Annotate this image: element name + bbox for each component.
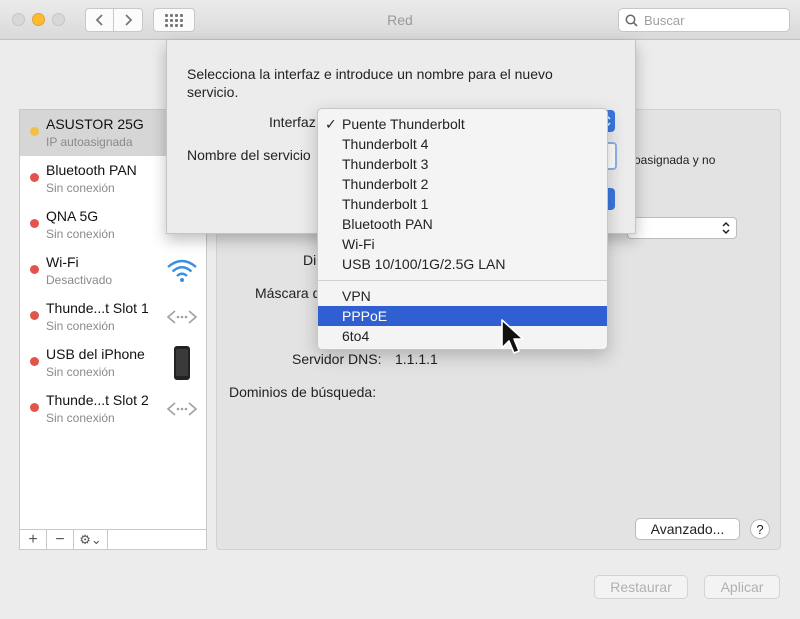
menu-item-thunderbolt-2[interactable]: Thunderbolt 2 [318,174,607,194]
service-item-wi-fi[interactable]: Wi-Fi Desactivado [20,248,206,294]
advanced-button[interactable]: Avanzado... [635,518,740,540]
status-dot [30,127,39,136]
menu-item-thunderbolt-4[interactable]: Thunderbolt 4 [318,134,607,154]
wifi-icon [167,259,197,282]
service-status: IP autoasignada [46,135,133,149]
service-status: Sin conexión [46,319,115,333]
ip-address-label: Di [303,252,317,268]
restore-button[interactable]: Restaurar [594,575,688,599]
service-name: QNA 5G [46,208,99,224]
subnet-mask-label: Máscara d [255,285,321,301]
remove-service-button[interactable]: − [47,530,74,549]
service-name: Thunde...t Slot 1 [46,300,149,316]
search-field[interactable] [618,8,790,32]
service-status: Desactivado [46,273,113,287]
updown-chevron-icon [722,221,730,235]
menu-item-wi-fi[interactable]: Wi-Fi [318,234,607,254]
service-item-thunderbolt-slot-1[interactable]: Thunde...t Slot 1 Sin conexión [20,294,206,340]
sheet-instructions: Selecciona la interfaz e introduce un no… [187,66,553,100]
service-status: Sin conexión [46,181,115,195]
status-dot [30,173,39,182]
service-name-input[interactable] [607,142,617,170]
menu-item-pppoe[interactable]: PPPoE [318,306,607,326]
menu-item-thunderbolt-1[interactable]: Thunderbolt 1 [318,194,607,214]
status-description: oasignada y no [634,153,716,167]
mouse-pointer-icon [501,319,524,354]
dns-server-label: Servidor DNS: [292,351,382,367]
thunderbolt-bridge-icon [166,402,198,416]
service-status: Sin conexión [46,411,115,425]
service-item-usb-del-iphone[interactable]: USB del iPhone Sin conexión [20,340,206,386]
menu-item-puente-thunderbolt[interactable]: ✓ Puente Thunderbolt [318,114,607,134]
menu-item-thunderbolt-3[interactable]: Thunderbolt 3 [318,154,607,174]
menu-item-usb-lan[interactable]: USB 10/100/1G/2.5G LAN [318,254,607,274]
checkmark-icon: ✓ [325,116,337,132]
dns-server-value: 1.1.1.1 [395,351,438,367]
service-name: ASUSTOR 25G [46,116,144,132]
search-domains-label: Dominios de búsqueda: [229,384,377,400]
gear-menu-button[interactable]: ⚙︎⌄ [74,530,108,549]
service-name: Bluetooth PAN [46,162,137,178]
apply-button[interactable]: Aplicar [704,575,780,599]
service-name: Wi-Fi [46,254,79,270]
service-name-label: Nombre del servicio [187,147,311,163]
help-button[interactable]: ? [750,519,770,539]
status-dot [30,357,39,366]
interface-menu: ✓ Puente Thunderbolt Thunderbolt 4 Thunde… [317,108,608,350]
service-name: USB del iPhone [46,346,145,362]
status-dot [30,311,39,320]
search-input[interactable] [642,11,782,29]
title-bar: Red [0,0,800,40]
status-dot [30,403,39,412]
search-icon [625,14,638,27]
service-status: Sin conexión [46,227,115,241]
menu-item-vpn[interactable]: VPN [318,286,607,306]
service-name: Thunde...t Slot 2 [46,392,149,408]
service-status: Sin conexión [46,365,115,379]
menu-item-6to4[interactable]: 6to4 [318,326,607,346]
interface-label: Interfaz [269,114,316,130]
menu-separator [318,280,607,281]
status-dot [30,265,39,274]
add-service-button[interactable]: + [20,530,47,549]
menu-item-bluetooth-pan[interactable]: Bluetooth PAN [318,214,607,234]
service-item-thunderbolt-slot-2[interactable]: Thunde...t Slot 2 Sin conexión [20,386,206,432]
status-dot [30,219,39,228]
thunderbolt-bridge-icon [166,310,198,324]
service-list-toolbar: + − ⚙︎⌄ [20,529,206,549]
configure-ipv4-popup[interactable] [627,217,737,239]
iphone-icon [174,346,190,380]
